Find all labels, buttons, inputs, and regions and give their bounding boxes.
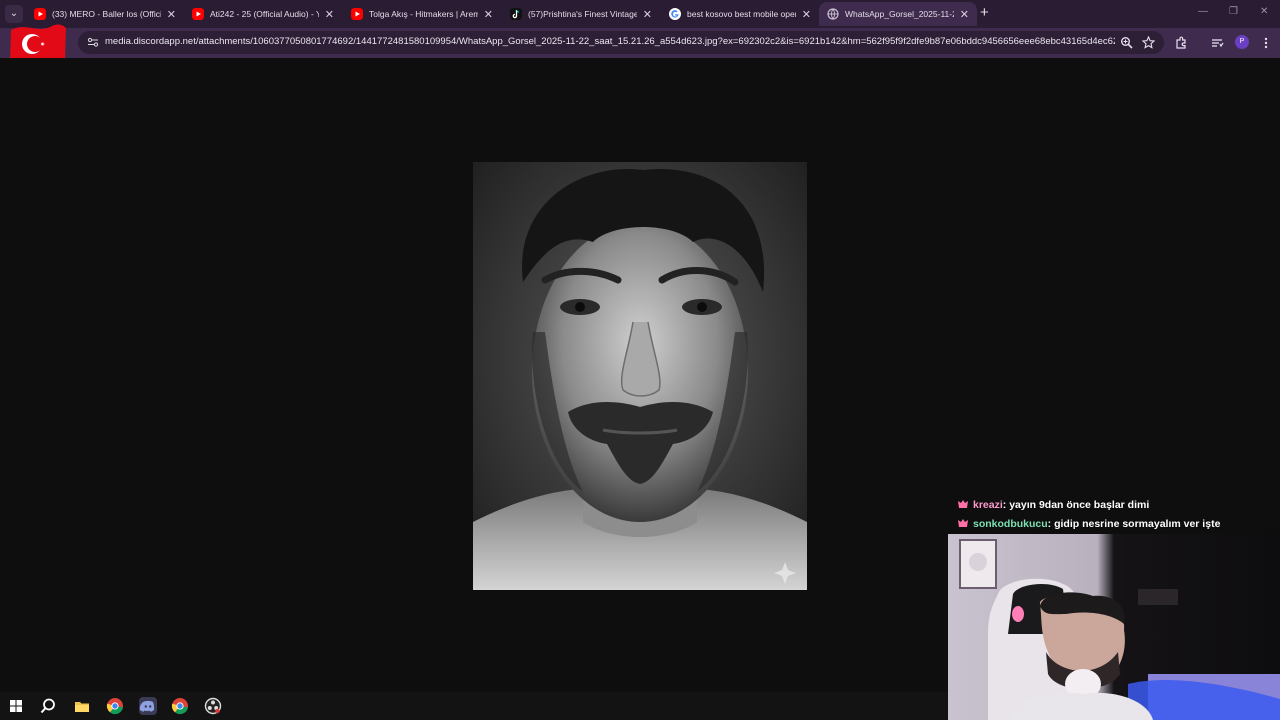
tab-title: best kosovo best mobile operator [687,9,796,19]
site-settings-icon[interactable] [87,36,99,48]
address-bar[interactable]: media.discordapp.net/attachments/1060377… [78,31,1164,54]
file-explorer-icon[interactable] [73,697,91,715]
menu-kebab-icon[interactable] [1259,36,1273,50]
chrome-icon[interactable] [106,697,124,715]
close-tab-icon[interactable]: ✕ [325,8,334,21]
chat-message: kreazi : yayın 9dan önce başlar dimi [958,495,1278,514]
kick-badge-icon [958,519,968,527]
google-icon [669,8,681,20]
youtube-icon [192,8,204,20]
tab-title: Ati242 - 25 (Official Audio) - YouTube [210,9,319,19]
tab-title: (33) MERO - Baller los (Official Video) [52,9,161,19]
webcam-feed [948,534,1280,720]
browser-toolbar: media.discordapp.net/attachments/1060377… [0,28,1280,58]
zoom-icon[interactable] [1120,36,1133,49]
windows-taskbar [0,692,948,720]
stream-chat-overlay: kreazi : yayın 9dan önce başlar dimi son… [958,495,1278,533]
kick-badge-icon [958,500,968,508]
obs-icon[interactable] [204,697,222,715]
chat-text: : gidip nesrine sormayalım ver işte [1047,517,1221,530]
browser-window: ⌄ (33) MERO - Baller los (Official Video… [0,0,1280,63]
chat-username: sonkodbukucu [973,517,1048,530]
windows-start-icon[interactable] [7,697,25,715]
tab-tolga[interactable]: Tolga Akış - Hitmakers | Arem & ... ✕ [343,2,501,26]
address-url: media.discordapp.net/attachments/1060377… [105,36,1115,47]
chat-message: sonkodbukucu : gidip nesrine sormayalım … [958,514,1278,533]
bookmark-star-icon[interactable] [1142,36,1155,49]
tab-strip: ⌄ (33) MERO - Baller los (Official Video… [0,0,1280,28]
tab-ati242[interactable]: Ati242 - 25 (Official Audio) - YouTube ✕ [184,2,342,26]
close-tab-icon[interactable]: ✕ [802,8,811,21]
new-tab-button[interactable]: + [980,5,989,21]
close-tab-icon[interactable]: ✕ [167,8,176,21]
discord-icon[interactable] [139,697,157,715]
youtube-icon [34,8,46,20]
profile-avatar[interactable]: P [1235,35,1249,49]
tab-title: (57)Prishtina's Finest Vintage (@... [528,9,637,19]
restore-icon[interactable]: ❐ [1229,6,1238,17]
search-icon[interactable] [39,697,57,715]
tab-title: Tolga Akış - Hitmakers | Arem & ... [369,9,478,19]
chrome-icon[interactable] [171,697,189,715]
portrait-photo[interactable] [473,162,807,590]
chat-text: : yayın 9dan önce başlar dimi [1002,498,1150,511]
minimize-icon[interactable]: — [1198,6,1208,17]
close-tab-icon[interactable]: ✕ [643,8,652,21]
tab-tiktok[interactable]: (57)Prishtina's Finest Vintage (@... ✕ [502,2,660,26]
tiktok-icon [510,8,522,20]
tab-google-search[interactable]: best kosovo best mobile operator ✕ [661,2,819,26]
window-close-icon[interactable]: ✕ [1260,6,1268,17]
close-tab-icon[interactable]: ✕ [484,8,493,21]
chat-username: kreazi [973,498,1003,511]
youtube-icon [351,8,363,20]
extensions-icon[interactable] [1174,36,1188,50]
close-tab-icon[interactable]: ✕ [960,8,969,21]
tab-title: WhatsApp_Gorsel_2025-11-22_saat_15.21.26 [845,9,954,19]
tab-whatsapp-image[interactable]: WhatsApp_Gorsel_2025-11-22_saat_15.21.26… [819,2,977,26]
globe-icon [827,8,839,20]
reading-list-icon[interactable] [1210,36,1224,50]
